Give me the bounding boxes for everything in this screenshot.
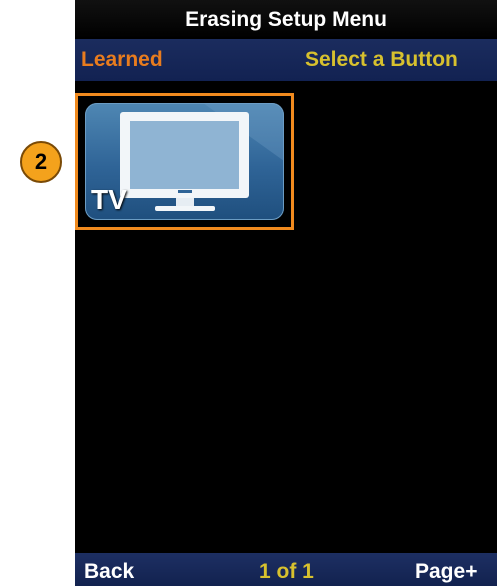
tv-button[interactable]: TV [85,103,284,220]
back-button[interactable]: Back [84,555,134,586]
footer-bar: Back 1 of 1 Page+ [75,553,497,586]
subheader-bar: Learned Select a Button [75,39,497,81]
selection-highlight: TV [75,93,294,230]
tv-button-label: TV [91,184,127,215]
page-title: Erasing Setup Menu [75,0,497,39]
page-next-button[interactable]: Page+ [415,555,477,586]
learned-tab[interactable]: Learned [81,39,163,81]
device-screen: Erasing Setup Menu Learned Select a Butt… [75,0,497,586]
page-indicator: 1 of 1 [259,560,314,583]
step-callout-badge: 2 [20,141,62,183]
instruction-text: Select a Button [305,48,458,71]
